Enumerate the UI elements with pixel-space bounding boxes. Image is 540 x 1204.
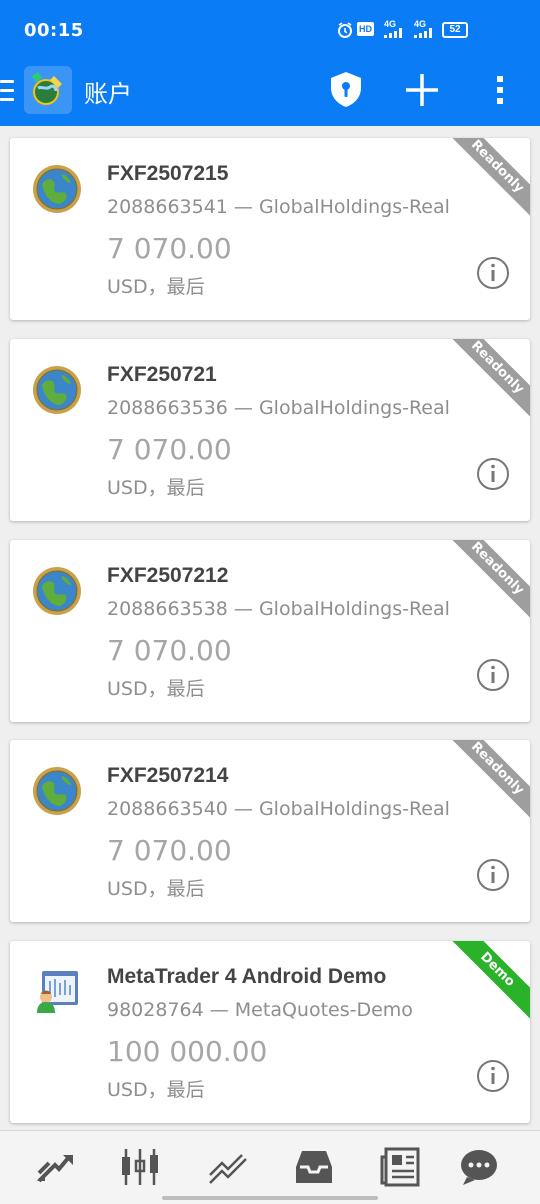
inbox-icon [296, 1151, 332, 1183]
account-balance: 100 000.00 [107, 1035, 268, 1068]
ribbon-container: Readonly [450, 740, 530, 820]
globe-icon [33, 165, 81, 213]
hd-icon: HD [357, 22, 374, 36]
account-server: 2088663540 — GlobalHoldings-Real [107, 798, 450, 820]
shield-icon [331, 72, 361, 107]
account-server: 98028764 — MetaQuotes-Demo [107, 999, 413, 1021]
app-logo [24, 66, 72, 114]
ribbon-container: Demo [450, 941, 530, 1021]
account-card[interactable]: MetaTrader 4 Android Demo 98028764 — Met… [10, 941, 530, 1123]
page-title: 账户 [84, 80, 132, 108]
readonly-badge: Readonly [450, 138, 530, 218]
nav-chart[interactable] [118, 1145, 162, 1189]
security-button[interactable] [324, 68, 368, 112]
signal-icon-2 [414, 28, 432, 38]
more-options-button[interactable] [480, 68, 524, 112]
info-icon[interactable] [476, 658, 510, 692]
more-vertical-icon [497, 76, 503, 104]
account-name: FXF2507214 [107, 764, 229, 787]
account-server: 2088663538 — GlobalHoldings-Real [107, 598, 450, 620]
chat-icon [461, 1150, 497, 1185]
readonly-badge: Readonly [450, 540, 530, 620]
account-card[interactable]: FXF2507212 2088663538 — GlobalHoldings-R… [10, 540, 530, 722]
account-currency: USD，最后 [107, 477, 205, 499]
account-card[interactable]: FXF2507215 2088663541 — GlobalHoldings-R… [10, 138, 530, 320]
nav-trade[interactable] [206, 1145, 250, 1189]
account-balance: 7 070.00 [107, 232, 232, 265]
globe-icon [33, 767, 81, 815]
app-bar: 账户 [0, 60, 540, 126]
menu-button[interactable] [0, 80, 16, 104]
account-name: MetaTrader 4 Android Demo [107, 965, 387, 988]
add-account-button[interactable] [400, 68, 444, 112]
quotes-arrows-icon [37, 1155, 73, 1183]
globe-icon [33, 366, 81, 414]
mt4-logo-icon [24, 66, 72, 114]
news-icon [380, 1147, 420, 1187]
plus-icon [406, 74, 438, 106]
battery-level: 52 [449, 24, 461, 35]
nav-news[interactable] [378, 1145, 422, 1189]
nav-history[interactable] [292, 1145, 336, 1189]
info-icon[interactable] [476, 256, 510, 290]
ribbon-container: Readonly [450, 138, 530, 218]
readonly-badge: Readonly [450, 740, 530, 820]
ribbon-container: Readonly [450, 339, 530, 419]
account-balance: 7 070.00 [107, 634, 232, 667]
nav-chat[interactable] [457, 1145, 501, 1189]
account-currency: USD，最后 [107, 276, 205, 298]
readonly-badge: Readonly [450, 339, 530, 419]
status-time: 00:15 [24, 20, 84, 41]
candlestick-icon [122, 1149, 158, 1185]
home-indicator[interactable] [162, 1196, 378, 1200]
status-bar: 00:15 HD 4G 4G 52 [0, 0, 540, 60]
nav-quotes[interactable] [33, 1145, 77, 1189]
account-card[interactable]: FXF250721 2088663536 — GlobalHoldings-Re… [10, 339, 530, 521]
account-currency: USD，最后 [107, 878, 205, 900]
globe-icon [33, 567, 81, 615]
trend-icon [209, 1154, 247, 1184]
account-currency: USD，最后 [107, 1079, 205, 1101]
battery-icon: 52 [442, 22, 468, 38]
alarm-icon [338, 22, 352, 38]
info-icon[interactable] [476, 1059, 510, 1093]
ribbon-container: Readonly [450, 540, 530, 620]
account-currency: USD，最后 [107, 678, 205, 700]
account-balance: 7 070.00 [107, 433, 232, 466]
account-server: 2088663536 — GlobalHoldings-Real [107, 397, 450, 419]
bottom-navigation [0, 1130, 540, 1204]
account-name: FXF2507215 [107, 162, 229, 185]
account-server: 2088663541 — GlobalHoldings-Real [107, 196, 450, 218]
account-card[interactable]: FXF2507214 2088663540 — GlobalHoldings-R… [10, 740, 530, 922]
signal-icon [384, 28, 402, 38]
account-balance: 7 070.00 [107, 834, 232, 867]
info-icon[interactable] [476, 858, 510, 892]
metaquotes-demo-icon [37, 971, 78, 1013]
account-name: FXF2507212 [107, 564, 229, 587]
account-name: FXF250721 [107, 363, 217, 386]
demo-badge: Demo [450, 941, 530, 1021]
info-icon[interactable] [476, 457, 510, 491]
